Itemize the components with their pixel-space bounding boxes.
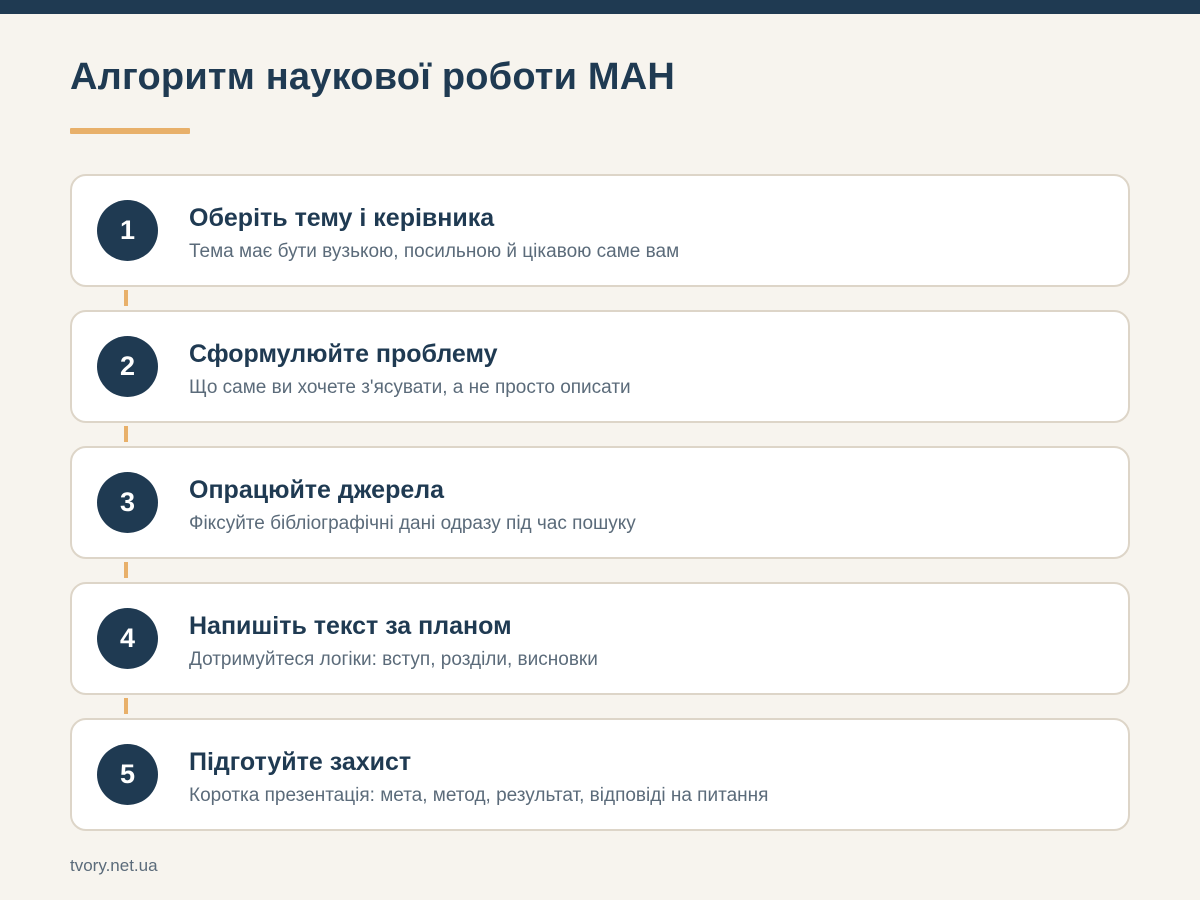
step-number-badge: 5 [97,744,158,805]
step-description: Що саме ви хочете з'ясувати, а не просто… [189,377,631,398]
step-number-badge: 2 [97,336,158,397]
step-card-5: 5 Підготуйте захист Коротка презентація:… [70,718,1130,831]
step-connector [124,426,128,442]
step-description: Тема має бути вузькою, посильною й цікав… [189,241,680,262]
step-connector [124,698,128,714]
step-number-badge: 3 [97,472,158,533]
top-bar [0,0,1200,14]
step-connector [124,290,128,306]
step-title: Підготуйте захист [189,748,412,776]
step-number-badge: 4 [97,608,158,669]
title-accent-line [70,128,190,134]
step-card-4: 4 Напишіть текст за планом Дотримуйтеся … [70,582,1130,695]
step-card-3: 3 Опрацюйте джерела Фіксуйте бібліографі… [70,446,1130,559]
source-credit: tvory.net.ua [70,856,158,875]
steps-list: 1 Оберіть тему і керівника Тема має бути… [70,174,1130,854]
step-title: Сформулюйте проблему [189,340,498,368]
step-number-badge: 1 [97,200,158,261]
step-card-2: 2 Сформулюйте проблему Що саме ви хочете… [70,310,1130,423]
step-card-1: 1 Оберіть тему і керівника Тема має бути… [70,174,1130,287]
step-title: Оберіть тему і керівника [189,204,495,232]
step-description: Коротка презентація: мета, метод, резуль… [189,785,769,806]
step-title: Напишіть текст за планом [189,612,512,640]
page-title: Алгоритм наукової роботи МАН [70,56,676,98]
step-connector [124,562,128,578]
step-description: Фіксуйте бібліографічні дані одразу під … [189,513,636,534]
step-description: Дотримуйтеся логіки: вступ, розділи, вис… [189,649,598,670]
step-title: Опрацюйте джерела [189,476,445,504]
